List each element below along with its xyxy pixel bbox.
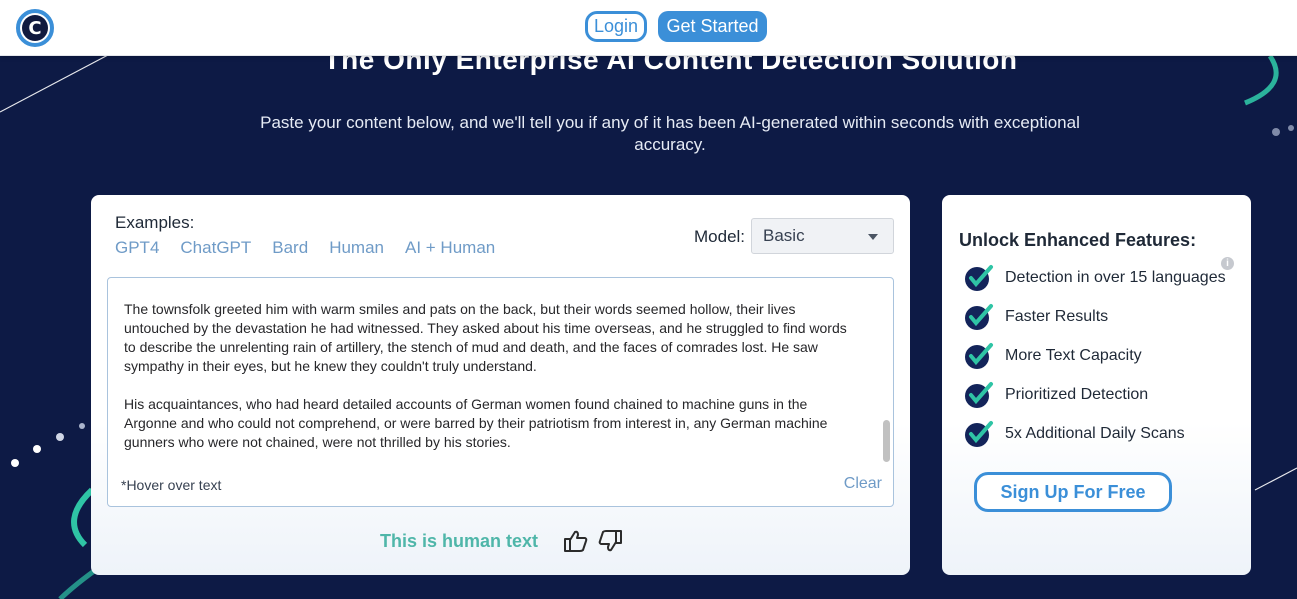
get-started-button[interactable]: Get Started bbox=[658, 11, 767, 42]
feature-item: Prioritized Detection bbox=[964, 381, 1148, 409]
model-select-value: Basic bbox=[763, 226, 805, 245]
text-scrollbar[interactable] bbox=[882, 278, 892, 464]
examples-label: Examples: bbox=[115, 213, 195, 232]
thumbs-up-icon[interactable] bbox=[563, 529, 589, 553]
content-text-area[interactable]: The townsfolk greeted him with warm smil… bbox=[107, 277, 894, 507]
logo[interactable]: C bbox=[16, 9, 54, 47]
example-gpt4-link[interactable]: GPT4 bbox=[115, 238, 159, 258]
check-circle-icon bbox=[965, 382, 993, 408]
logo-letter: C bbox=[22, 15, 48, 41]
content-text[interactable]: The townsfolk greeted him with warm smil… bbox=[108, 278, 893, 464]
sign-up-button[interactable]: Sign Up For Free bbox=[974, 472, 1172, 512]
features-card: Unlock Enhanced Features: i Detection in… bbox=[942, 195, 1251, 575]
check-circle-icon bbox=[965, 304, 993, 330]
feature-item: More Text Capacity bbox=[964, 342, 1142, 370]
page-subtitle: Paste your content below, and we'll tell… bbox=[260, 113, 1080, 154]
feature-label: More Text Capacity bbox=[1005, 347, 1142, 364]
example-ai-human-link[interactable]: AI + Human bbox=[405, 238, 495, 258]
feature-label: 5x Additional Daily Scans bbox=[1005, 425, 1185, 442]
feature-item: Faster Results bbox=[964, 303, 1108, 331]
content-paragraph: His acquaintances, who had heard detaile… bbox=[124, 396, 828, 450]
content-paragraph: The townsfolk greeted him with warm smil… bbox=[124, 301, 847, 374]
feature-item: 5x Additional Daily Scans bbox=[964, 420, 1185, 448]
clear-button[interactable]: Clear bbox=[844, 475, 882, 493]
feature-label: Prioritized Detection bbox=[1005, 386, 1149, 403]
example-bard-link[interactable]: Bard bbox=[272, 238, 308, 258]
model-select[interactable]: Basic bbox=[751, 218, 894, 254]
thumbs-down-icon[interactable] bbox=[597, 529, 623, 553]
scrollbar-thumb[interactable] bbox=[883, 420, 890, 462]
login-button[interactable]: Login bbox=[585, 11, 647, 42]
check-circle-icon bbox=[965, 421, 993, 447]
detection-result: This is human text bbox=[380, 531, 539, 551]
check-circle-icon bbox=[965, 265, 993, 291]
chevron-down-icon bbox=[868, 234, 878, 240]
model-label: Model: bbox=[694, 227, 746, 246]
hover-note: *Hover over text bbox=[121, 477, 222, 493]
check-circle-icon bbox=[965, 343, 993, 369]
example-human-link[interactable]: Human bbox=[329, 238, 384, 258]
examples-list: GPT4 ChatGPT Bard Human AI + Human bbox=[115, 238, 495, 258]
feature-label: Faster Results bbox=[1005, 308, 1109, 325]
example-chatgpt-link[interactable]: ChatGPT bbox=[180, 238, 251, 258]
detector-card: Examples: GPT4 ChatGPT Bard Human AI + H… bbox=[91, 195, 910, 575]
features-title: Unlock Enhanced Features: bbox=[959, 230, 1197, 250]
top-navigation-bar: C Login Get Started bbox=[0, 0, 1297, 56]
feature-label: Detection in over 15 languages bbox=[1005, 269, 1226, 286]
feature-item: Detection in over 15 languages bbox=[964, 264, 1226, 292]
